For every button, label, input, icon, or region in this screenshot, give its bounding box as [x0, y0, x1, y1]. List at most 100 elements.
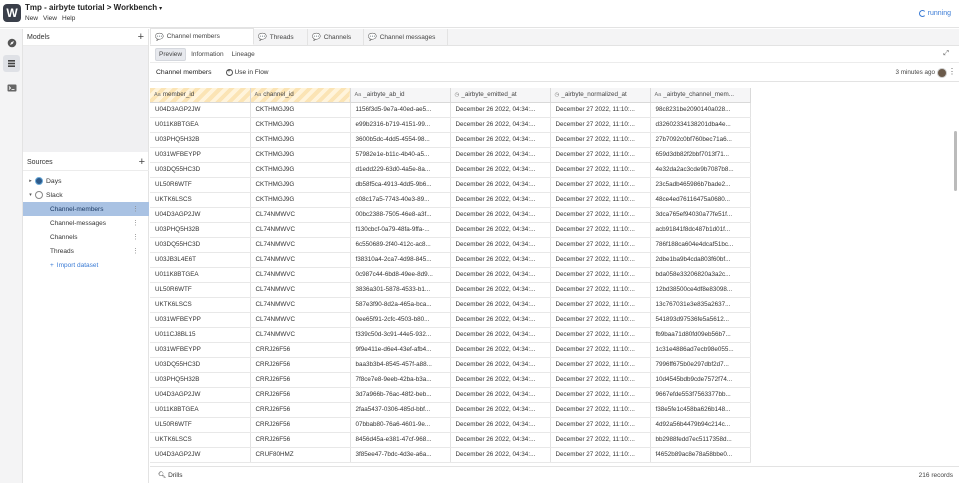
table-cell[interactable]: 12bd38500ce4df8e83098... — [650, 282, 751, 298]
table-cell[interactable]: 8456d45a-e381-47cf-968... — [350, 432, 451, 448]
table-row[interactable]: U03DQ55HC3D CRRJ26F56 baa3b3b4-8545-457f-a… — [150, 357, 751, 373]
table-cell[interactable]: fb9baa71d80fd09eb56b7... — [650, 327, 751, 343]
table-cell[interactable]: d32602334138201dba4e... — [650, 117, 751, 133]
table-row[interactable]: U03JB3L4E6T CL74NMWVC f38310a4-2ca7-4d98-8… — [150, 252, 751, 268]
table-cell[interactable]: U03DQ55HC3D — [150, 162, 251, 178]
table-cell[interactable]: 23c5adb465986b7bade2... — [650, 177, 751, 193]
menu-view[interactable]: View — [43, 15, 57, 22]
table-cell[interactable]: U031WFBEYPP — [150, 342, 251, 358]
table-cell[interactable]: 13c767031e3e835a2637... — [650, 297, 751, 313]
more-vertical-icon[interactable]: ⋮ — [132, 247, 139, 255]
tab-channel-members[interactable]: 💬 Channel members — [150, 28, 254, 45]
table-cell[interactable]: CL74NMWVC — [250, 282, 351, 298]
table-cell[interactable]: 541893d97536fe5a5612... — [650, 312, 751, 328]
table-cell[interactable]: December 26 2022, 04:34:... — [450, 222, 551, 238]
table-cell[interactable]: CRRJ26F56 — [250, 432, 351, 448]
project-breadcrumb[interactable]: Tmp - airbyte tutorial > Workbench ▾ — [25, 3, 162, 12]
add-model-button[interactable]: + — [138, 31, 144, 43]
table-cell[interactable]: December 27 2022, 11:10:... — [550, 177, 651, 193]
table-cell[interactable]: 7996ff675b0e297dbf2d7... — [650, 357, 751, 373]
table-cell[interactable]: 3600b5dc-4dd5-4554-98... — [350, 132, 451, 148]
table-row[interactable]: U011K8BTGEA CKTHMGJ9G e99b2316-b719-4151-9… — [150, 117, 751, 133]
table-cell[interactable]: December 26 2022, 04:34:... — [450, 252, 551, 268]
table-row[interactable]: U031WFBEYPP CKTHMGJ9G 57982e1e-b11c-4b40-a… — [150, 147, 751, 163]
table-cell[interactable]: U04D3AGP2JW — [150, 447, 251, 463]
table-cell[interactable]: December 27 2022, 11:10:... — [550, 432, 651, 448]
table-cell[interactable]: e99b2316-b719-4151-99... — [350, 117, 451, 133]
column-header[interactable]: Aa channel_id — [250, 88, 351, 103]
table-cell[interactable]: December 26 2022, 04:34:... — [450, 372, 551, 388]
table-cell[interactable]: CKTHMGJ9G — [250, 162, 351, 178]
table-row[interactable]: UL50R6WTF CRRJ26F56 07bbab80-76a6-4601-9e.… — [150, 417, 751, 433]
table-cell[interactable]: CL74NMWVC — [250, 222, 351, 238]
table-cell[interactable]: December 26 2022, 04:34:... — [450, 147, 551, 163]
tab-information[interactable]: Information — [188, 49, 227, 60]
table-cell[interactable]: 4d92a56b4479b94c214c... — [650, 417, 751, 433]
table-cell[interactable]: CRRJ26F56 — [250, 372, 351, 388]
table-cell[interactable]: December 26 2022, 04:34:... — [450, 447, 551, 463]
table-cell[interactable]: CL74NMWVC — [250, 267, 351, 283]
table-cell[interactable]: 0c987c44-6bd8-49ee-8d9... — [350, 267, 451, 283]
table-cell[interactable]: December 26 2022, 04:34:... — [450, 177, 551, 193]
table-cell[interactable]: December 27 2022, 11:10:... — [550, 327, 651, 343]
table-cell[interactable]: CRRJ26F56 — [250, 417, 351, 433]
chevron-right-icon[interactable]: ▸ — [26, 178, 35, 184]
table-cell[interactable]: U03PHQ5H32B — [150, 372, 251, 388]
table-cell[interactable]: December 26 2022, 04:34:... — [450, 297, 551, 313]
table-cell[interactable]: 6c550689-2f40-412c-ac8... — [350, 237, 451, 253]
column-header[interactable]: Aa member_id — [150, 88, 251, 103]
table-cell[interactable]: d1edd229-63d0-4a5e-8a... — [350, 162, 451, 178]
table-cell[interactable]: December 26 2022, 04:34:... — [450, 102, 551, 118]
table-cell[interactable]: CRRJ26F56 — [250, 387, 351, 403]
table-cell[interactable]: U011K8BTGEA — [150, 267, 251, 283]
table-cell[interactable]: 3f85ee47-7bdc-4d3e-a6a... — [350, 447, 451, 463]
column-header[interactable]: ◷ _airbyte_emitted_at — [450, 88, 551, 103]
table-cell[interactable]: CKTHMGJ9G — [250, 102, 351, 118]
table-cell[interactable]: December 26 2022, 04:34:... — [450, 342, 551, 358]
table-cell[interactable]: 3dca765ef94030a77fe51f... — [650, 207, 751, 223]
table-cell[interactable]: December 27 2022, 11:10:... — [550, 102, 651, 118]
table-cell[interactable]: December 27 2022, 11:10:... — [550, 372, 651, 388]
table-cell[interactable]: db58f5ca-4913-4dd5-9b6... — [350, 177, 451, 193]
table-cell[interactable]: baa3b3b4-8545-457f-a88... — [350, 357, 451, 373]
table-cell[interactable]: UL50R6WTF — [150, 282, 251, 298]
table-cell[interactable]: December 27 2022, 11:10:... — [550, 297, 651, 313]
table-cell[interactable]: CKTHMGJ9G — [250, 177, 351, 193]
table-row[interactable]: UL50R6WTF CL74NMWVC 3836a301-5878-4533-b1.… — [150, 282, 751, 298]
table-cell[interactable]: December 26 2022, 04:34:... — [450, 282, 551, 298]
table-cell[interactable]: CRRJ26F56 — [250, 342, 351, 358]
table-cell[interactable]: December 27 2022, 11:10:... — [550, 207, 651, 223]
table-cell[interactable]: CKTHMGJ9G — [250, 147, 351, 163]
table-cell[interactable]: December 26 2022, 04:34:... — [450, 312, 551, 328]
table-cell[interactable]: CL74NMWVC — [250, 237, 351, 253]
explore-icon[interactable] — [3, 34, 20, 51]
table-cell[interactable]: 9f9e411e-d6e4-43ef-afb4... — [350, 342, 451, 358]
table-cell[interactable]: December 27 2022, 11:10:... — [550, 447, 651, 463]
table-cell[interactable]: December 26 2022, 04:34:... — [450, 387, 551, 403]
table-cell[interactable]: December 26 2022, 04:34:... — [450, 132, 551, 148]
table-cell[interactable]: December 26 2022, 04:34:... — [450, 192, 551, 208]
table-cell[interactable]: U03PHQ5H32B — [150, 132, 251, 148]
table-cell[interactable]: December 26 2022, 04:34:... — [450, 357, 551, 373]
menu-help[interactable]: Help — [62, 15, 75, 22]
table-cell[interactable]: CRRJ26F56 — [250, 357, 351, 373]
table-cell[interactable]: December 26 2022, 04:34:... — [450, 417, 551, 433]
table-cell[interactable]: 57982e1e-b11c-4b40-a5... — [350, 147, 451, 163]
table-cell[interactable]: December 27 2022, 11:10:... — [550, 417, 651, 433]
table-cell[interactable]: December 27 2022, 11:10:... — [550, 117, 651, 133]
table-cell[interactable]: 2dbe1ba9b4cda803f60bf... — [650, 252, 751, 268]
table-cell[interactable]: 27b7092c0bf760bec71a6... — [650, 132, 751, 148]
table-cell[interactable]: December 27 2022, 11:10:... — [550, 132, 651, 148]
table-cell[interactable]: December 26 2022, 04:34:... — [450, 207, 551, 223]
dataset-threads[interactable]: Threads ⋮ — [23, 244, 149, 258]
table-cell[interactable]: December 27 2022, 11:10:... — [550, 267, 651, 283]
table-cell[interactable]: UL50R6WTF — [150, 417, 251, 433]
vertical-scrollbar[interactable] — [951, 88, 959, 466]
table-cell[interactable]: 7f8ce7e8-9eeb-42ba-b3a... — [350, 372, 451, 388]
layers-icon[interactable] — [3, 55, 20, 72]
table-cell[interactable]: December 27 2022, 11:10:... — [550, 237, 651, 253]
terminal-icon[interactable] — [3, 79, 20, 96]
source-days[interactable]: ▸ Days — [23, 174, 149, 188]
table-cell[interactable]: f339c50d-3c91-44e5-932... — [350, 327, 451, 343]
table-row[interactable]: U031WFBEYPP CL74NMWVC 0ee65f91-2cfc-4503-b… — [150, 312, 751, 328]
